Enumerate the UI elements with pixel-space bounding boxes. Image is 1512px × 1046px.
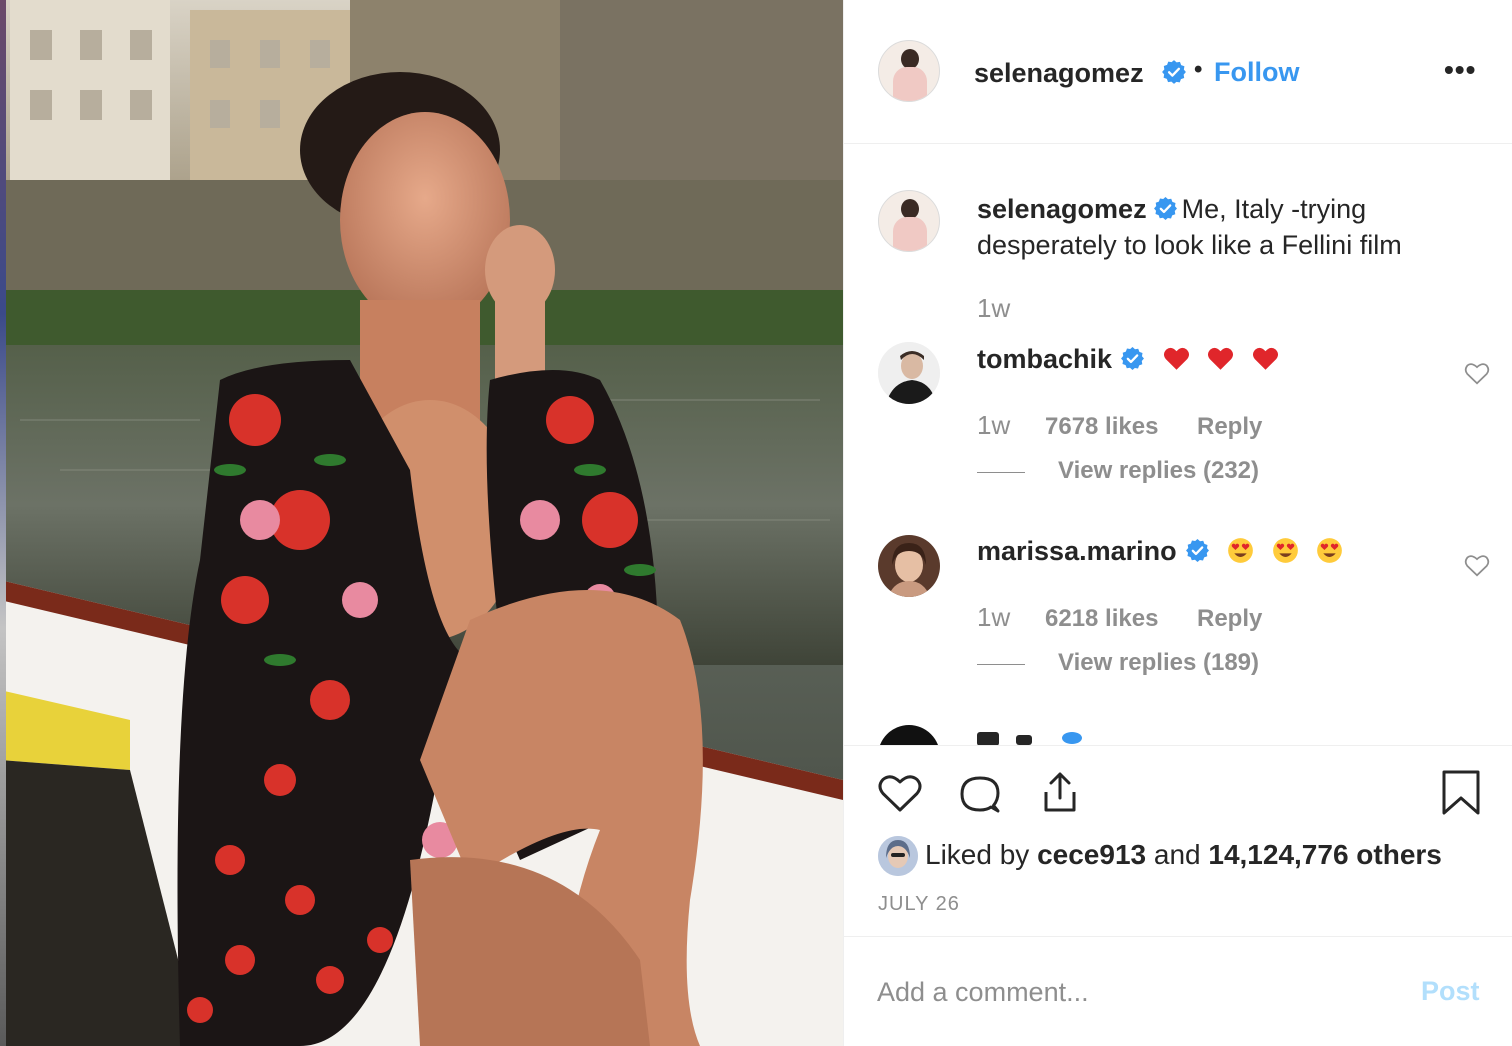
post-photo[interactable] <box>0 0 843 1046</box>
caption: selenagomez Me, Italy -trying desperatel… <box>977 191 1477 263</box>
comment-username[interactable]: marissa.marino <box>977 536 1177 566</box>
author-avatar[interactable] <box>878 40 940 102</box>
author-username[interactable]: selenagomez <box>974 58 1144 89</box>
clipped-comment-text <box>977 732 999 745</box>
post-date[interactable]: JULY 26 <box>878 893 960 916</box>
heart-icon[interactable] <box>876 770 924 818</box>
more-options-icon[interactable]: ••• <box>1444 54 1476 86</box>
liked-by-user-link[interactable]: cece913 <box>1037 839 1146 870</box>
caption-avatar[interactable] <box>878 190 940 252</box>
comment-input[interactable] <box>877 972 1397 1012</box>
likes-count-link[interactable]: 14,124,776 others <box>1208 839 1442 870</box>
comments-list[interactable]: selenagomez Me, Italy -trying desperatel… <box>844 145 1512 745</box>
reply-button[interactable]: Reply <box>1197 413 1262 441</box>
replies-divider <box>977 472 1025 473</box>
post-actions: Liked by cece913 and 14,124,776 others J… <box>844 745 1512 937</box>
heart-eyes-face-icon <box>1272 538 1298 563</box>
view-replies-button[interactable]: View replies (232) <box>1058 457 1259 485</box>
heart-eyes-face-icon <box>1228 538 1253 563</box>
comment-avatar[interactable] <box>878 725 940 745</box>
comment-avatar[interactable] <box>878 535 940 597</box>
heart-eyes-face-icon <box>1317 538 1343 563</box>
caption-username[interactable]: selenagomez <box>977 194 1147 224</box>
comment-icon[interactable] <box>956 770 1004 818</box>
comment-likes[interactable]: 6218 likes <box>1045 605 1158 633</box>
photo-edge-strip <box>0 0 6 1046</box>
red-heart-icon <box>1252 347 1278 370</box>
comment: marissa.marino <box>977 536 1343 567</box>
follow-button[interactable]: Follow <box>1214 57 1299 88</box>
verified-badge-icon <box>1185 539 1209 562</box>
post-details-panel: selenagomez • Follow ••• selenagomez Me,… <box>843 0 1512 1046</box>
liked-by-summary: Liked by cece913 and 14,124,776 others <box>925 839 1442 871</box>
post-comment-button[interactable]: Post <box>1421 976 1480 1007</box>
header-separator: • <box>1194 56 1203 83</box>
replies-divider <box>977 664 1025 665</box>
clipped-comment-text <box>1016 735 1032 745</box>
liked-by-and: and <box>1153 839 1201 870</box>
red-heart-icon <box>1208 347 1234 370</box>
comment-time[interactable]: 1w <box>977 410 1010 441</box>
comment-avatar[interactable] <box>878 342 940 404</box>
post-photo-illustration <box>0 0 843 1046</box>
clipped-verified-badge-icon <box>1062 732 1082 744</box>
liked-by-prefix: Liked by <box>925 839 1030 870</box>
verified-badge-icon <box>1153 197 1177 220</box>
caption-time[interactable]: 1w <box>977 293 1010 324</box>
reply-button[interactable]: Reply <box>1197 605 1262 633</box>
share-icon[interactable] <box>1036 768 1084 816</box>
view-replies-button[interactable]: View replies (189) <box>1058 649 1259 677</box>
red-heart-icon <box>1163 347 1189 370</box>
post-header: selenagomez • Follow ••• <box>844 0 1512 144</box>
verified-badge-icon <box>1121 347 1144 370</box>
like-comment-heart-icon[interactable] <box>1464 553 1490 577</box>
add-comment-bar: Post <box>844 938 1512 1046</box>
comment: tombachik <box>977 344 1279 375</box>
like-comment-heart-icon[interactable] <box>1464 361 1490 385</box>
comment-likes[interactable]: 7678 likes <box>1045 413 1158 441</box>
comment-username[interactable]: tombachik <box>977 344 1112 374</box>
liked-by-avatar[interactable] <box>878 836 918 876</box>
comment-time[interactable]: 1w <box>977 602 1010 633</box>
verified-badge-icon <box>1162 60 1186 84</box>
bookmark-icon[interactable] <box>1437 768 1485 816</box>
